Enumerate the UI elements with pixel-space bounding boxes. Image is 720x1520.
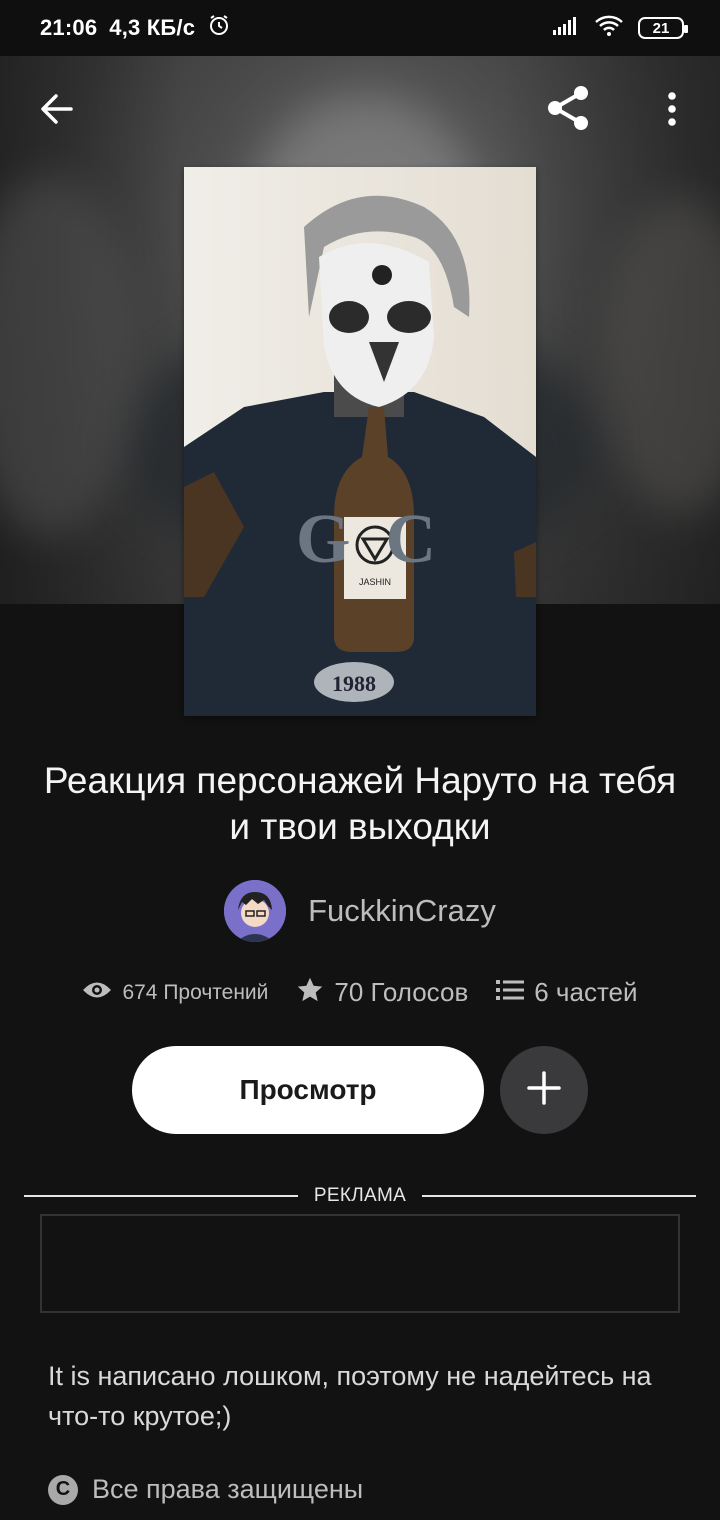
list-icon [496,978,525,1007]
star-icon [296,976,324,1009]
ad-divider: РЕКЛАМА [24,1184,696,1208]
divider-line [422,1195,696,1197]
eye-icon [82,979,112,1006]
author-avatar[interactable] [224,880,287,942]
book-title: Реакция персонажей Наруто на тебя и твои… [43,760,677,847]
more-options-button[interactable] [650,84,694,138]
read-button[interactable]: Просмотр [132,1046,484,1134]
status-bar: 21:06 4,3 КБ/с 21 [0,0,720,56]
votes-stat: 70 Голосов [296,976,468,1009]
share-button[interactable] [540,82,596,138]
divider-line [24,1195,298,1197]
more-vertical-icon [667,91,677,131]
back-button[interactable] [30,84,84,138]
reads-count: 674 Прочтений [122,980,269,1004]
battery-indicator: 21 [638,17,688,39]
author-name[interactable]: FuckkinCrazy [308,893,496,929]
book-description: It is написано лошком, поэтому не надейт… [48,1361,652,1431]
share-icon [543,83,593,138]
copyright-row: C Все права защищены [48,1474,363,1505]
ad-banner[interactable] [40,1214,680,1313]
cover-shirt-year: 1988 [332,671,376,696]
cover-shirt-letters: G C [296,501,436,578]
author-row[interactable]: FuckkinCrazy [0,880,720,942]
add-to-library-button[interactable] [500,1046,588,1134]
copyright-icon: C [48,1474,78,1505]
arrow-left-icon [39,91,75,132]
status-time: 21:06 [40,15,98,40]
cover-bottle-label: JASHIN [359,577,391,587]
ad-label: РЕКЛАМА [313,1185,407,1206]
signal-icon [552,16,580,41]
parts-count: 6 частей [534,977,638,1007]
wifi-icon [594,15,624,42]
status-network-speed: 4,3 КБ/с [109,15,196,40]
stats-row: 674 Прочтений 70 Голосов 6 частей [0,976,720,1009]
parts-stat: 6 частей [496,977,638,1008]
book-cover[interactable]: JASHIN G C 1988 [184,167,536,716]
reads-stat: 674 Прочтений [82,979,268,1006]
plus-icon [526,1070,562,1111]
votes-count: 70 Голосов [334,977,469,1007]
alarm-icon [207,13,231,43]
copyright-text: Все права защищены [92,1474,364,1504]
top-toolbar [0,56,720,166]
